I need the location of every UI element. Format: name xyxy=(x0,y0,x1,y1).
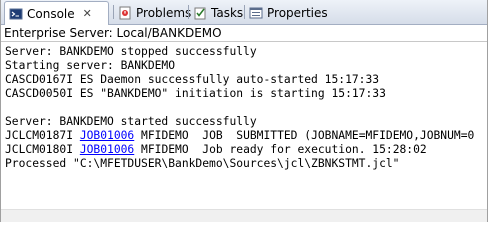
console-line-suffix: MFIDEMO Job ready for execution. 15:28:0… xyxy=(134,143,427,156)
problems-icon xyxy=(118,6,132,20)
console-icon xyxy=(9,7,23,21)
console-line: Server: BANKDEMO stopped successfully xyxy=(5,45,257,58)
tab-properties[interactable]: Properties xyxy=(245,2,334,23)
console-line: Starting server: BANKDEMO xyxy=(5,59,176,72)
tasks-icon xyxy=(193,6,207,20)
console-line-prefix: JCLCM0187I xyxy=(5,129,80,142)
tab-tasks[interactable]: Tasks xyxy=(189,2,249,23)
console-line: Processed "C:\MFETDUSER\BankDemo\Sources… xyxy=(5,157,400,170)
console-line-prefix: JCLCM0180I xyxy=(5,143,80,156)
console-view: Console ✕ Problems Tasks Properties Ente… xyxy=(0,0,488,222)
horizontal-scrollbar[interactable] xyxy=(1,209,487,222)
tab-label: Problems xyxy=(136,5,192,20)
console-line: JCLCM0187I JOB01006 MFIDEMO JOB SUBMITTE… xyxy=(5,129,487,143)
tab-console[interactable]: Console ✕ xyxy=(4,1,109,25)
console-output[interactable]: Server: BANKDEMO stopped successfully Sta… xyxy=(1,41,487,209)
console-line: Server: BANKDEMO started successfully xyxy=(5,115,257,128)
tab-label: Tasks xyxy=(211,5,244,20)
tab-problems[interactable]: Problems xyxy=(114,2,197,23)
console-line-suffix: MFIDEMO JOB SUBMITTED (JOBNAME=MFIDEMO,J… xyxy=(134,129,475,142)
console-header: Enterprise Server: Local/BANKDEMO xyxy=(1,25,487,41)
console-line: CASCD0050I ES "BANKDEMO" initiation is s… xyxy=(5,87,386,100)
close-icon[interactable]: ✕ xyxy=(83,7,92,20)
tab-label: Properties xyxy=(267,5,328,20)
job-link[interactable]: JOB01006 xyxy=(80,143,134,156)
view-tab-bar: Console ✕ Problems Tasks Properties xyxy=(1,0,487,25)
job-link[interactable]: JOB01006 xyxy=(80,129,134,142)
tab-label: Console xyxy=(27,6,75,21)
console-line: JCLCM0180I JOB01006 MFIDEMO Job ready fo… xyxy=(5,143,487,157)
console-line: CASCD0167I ES Daemon successfully auto-s… xyxy=(5,73,380,86)
properties-icon xyxy=(249,6,263,20)
